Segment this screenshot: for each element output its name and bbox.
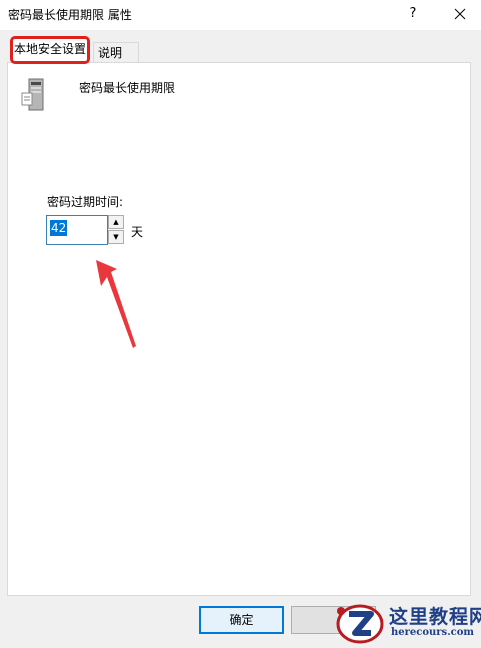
watermark-url: herecours.com (391, 627, 475, 638)
watermark-logo (336, 604, 384, 644)
server-icon (21, 78, 44, 111)
tab-highlight-box (10, 36, 90, 64)
ok-button[interactable]: 确定 (199, 606, 284, 634)
watermark-name: 这里教程网 (389, 606, 481, 628)
spin-up-button[interactable]: ▲ (108, 215, 124, 229)
password-expiry-value: 42 (50, 220, 68, 236)
window-title: 密码最长使用期限 属性 (8, 8, 132, 22)
password-expiry-input[interactable]: 42 (46, 215, 108, 245)
triangle-down-icon: ▼ (113, 233, 119, 241)
policy-name: 密码最长使用期限 (79, 81, 176, 95)
tab-description[interactable]: 说明 (93, 42, 139, 63)
watermark: 这里教程网 herecours.com (333, 600, 481, 645)
title-bar: 密码最长使用期限 属性 ? (0, 0, 481, 30)
spin-down-button[interactable]: ▼ (108, 230, 124, 244)
days-unit-label: 天 (131, 225, 144, 239)
help-button[interactable]: ? (403, 3, 423, 25)
close-button[interactable] (449, 3, 471, 25)
expiry-spinner: ▲ ▼ (108, 215, 124, 245)
triangle-up-icon: ▲ (113, 218, 119, 226)
settings-panel: 密码最长使用期限 密码过期时间: 42 ▲ ▼ 天 (7, 62, 471, 596)
close-icon (454, 8, 466, 20)
password-expiry-label: 密码过期时间: (47, 195, 124, 209)
tab-label: 说明 (98, 46, 123, 60)
